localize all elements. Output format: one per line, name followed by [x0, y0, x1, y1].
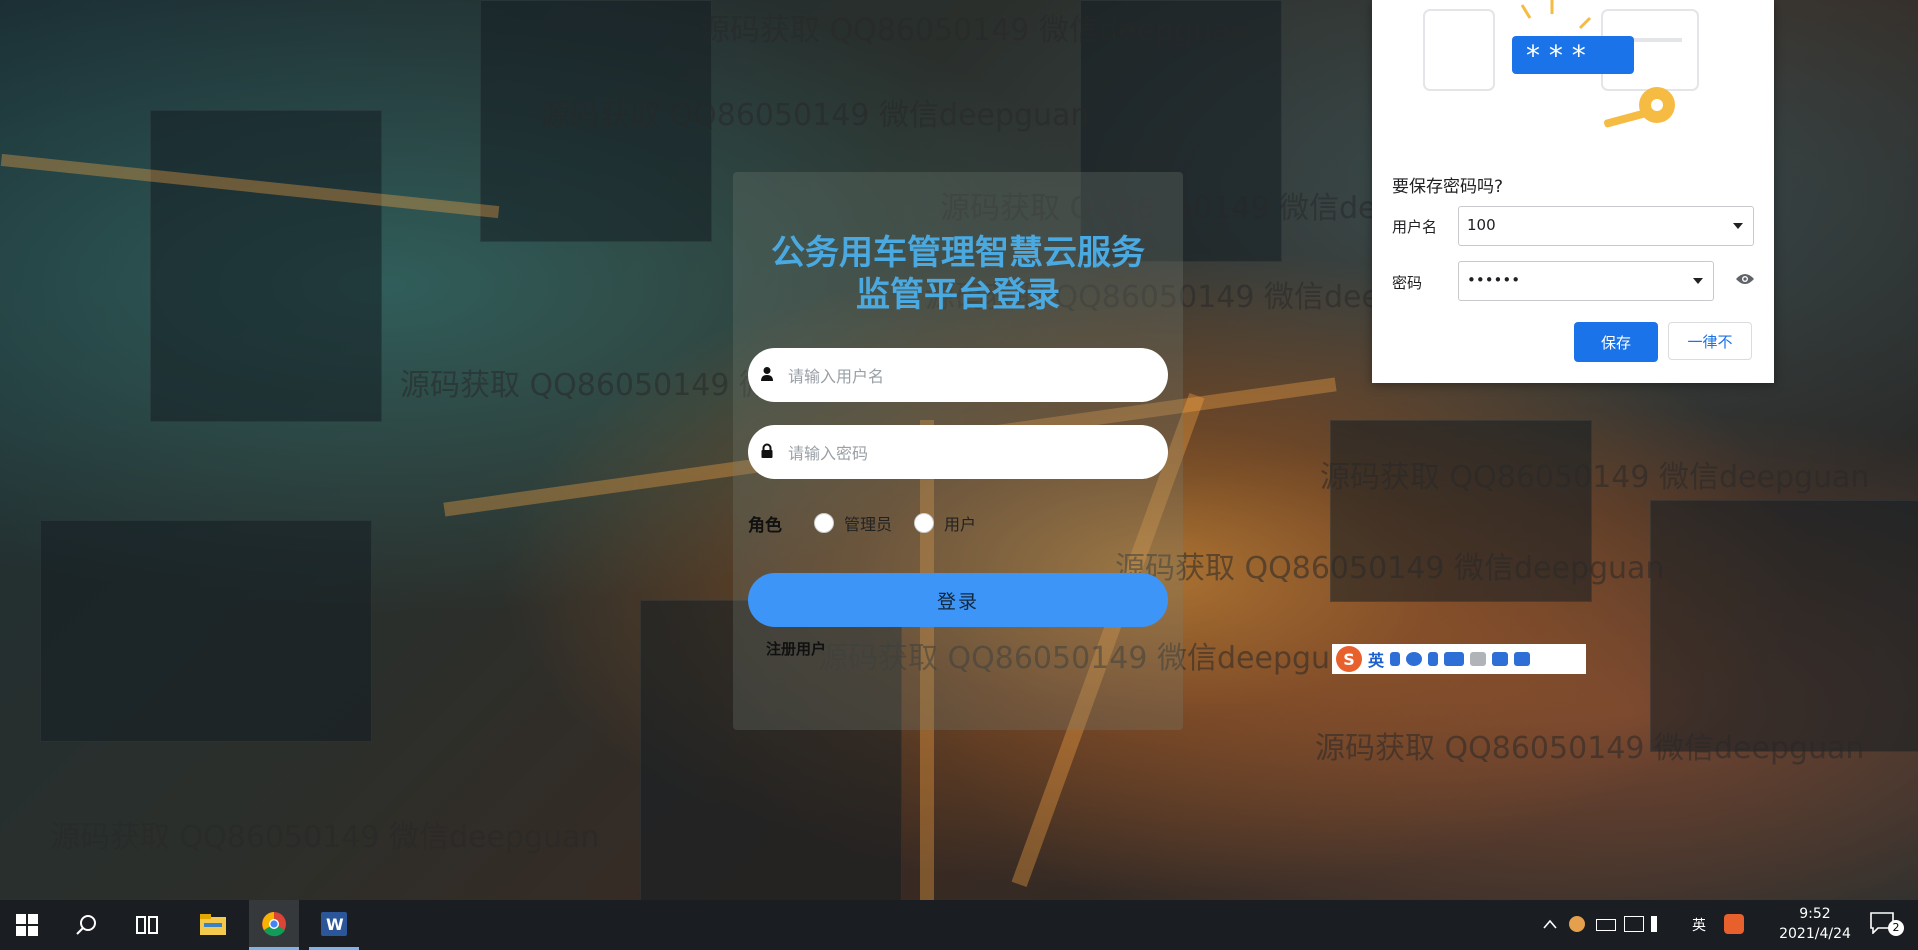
role-admin-radio[interactable]	[814, 513, 834, 533]
toolbox-icon[interactable]	[1514, 652, 1531, 666]
battery-icon[interactable]	[1596, 919, 1616, 931]
popup-username-value: 100	[1467, 216, 1496, 234]
taskbar: W 英 9:52 2021/4/24 2	[0, 900, 1918, 950]
lock-icon	[761, 443, 773, 458]
svg-text:* * *: * * *	[1526, 39, 1586, 72]
role-label: 角色	[748, 515, 782, 536]
popup-password-value: ••••••	[1467, 271, 1521, 289]
emoji-icon[interactable]	[1406, 652, 1423, 666]
role-admin-label[interactable]: 管理员	[844, 511, 892, 535]
task-view-icon[interactable]	[122, 900, 172, 950]
chrome-icon[interactable]	[249, 900, 299, 950]
watermark: 源码获取 QQ86050149 微信deepguan	[1115, 551, 1665, 586]
svg-text:W: W	[326, 915, 344, 934]
watermark: 源码获取 QQ86050149 微信deepguan	[1315, 731, 1865, 766]
user-icon	[761, 367, 773, 381]
login-button[interactable]: 登录	[748, 573, 1168, 627]
notification-center-icon[interactable]: 2	[1870, 912, 1906, 938]
volume-icon[interactable]	[1651, 916, 1665, 932]
skin-icon[interactable]	[1492, 652, 1509, 666]
role-user-radio[interactable]	[914, 513, 935, 533]
save-button[interactable]: 保存	[1574, 322, 1658, 362]
time: 9:52	[1799, 906, 1831, 922]
user-icon[interactable]	[1470, 652, 1487, 666]
popup-password-label: 密码	[1392, 274, 1423, 292]
chevron-down-icon	[1693, 278, 1703, 284]
ime-toolbar[interactable]: S 英	[1332, 644, 1586, 674]
network-icon[interactable]	[1624, 916, 1644, 932]
password-input[interactable]	[786, 425, 1160, 481]
date: 2021/4/24	[1779, 926, 1851, 942]
punctuation-icon[interactable]	[1390, 652, 1401, 666]
password-field[interactable]	[748, 425, 1168, 481]
login-card: 公务用车管理智慧云服务 监管平台登录 角色 管理员 用户 登录 注册用户	[733, 172, 1183, 730]
windows-start-icon[interactable]	[2, 900, 52, 950]
username-field[interactable]	[748, 348, 1168, 404]
popup-username-label: 用户名	[1392, 218, 1438, 236]
save-password-question: 要保存密码吗?	[1392, 177, 1504, 197]
clock[interactable]: 9:52 2021/4/24	[1770, 904, 1860, 944]
eye-icon[interactable]	[1735, 272, 1755, 286]
tray-app-icon[interactable]	[1569, 916, 1585, 932]
tray-lang-indicator[interactable]: 英	[1692, 915, 1706, 935]
role-user-label[interactable]: 用户	[944, 511, 976, 535]
popup-username-select[interactable]: 100	[1458, 206, 1754, 246]
chevron-up-icon[interactable]	[1543, 919, 1557, 929]
notification-count: 2	[1888, 920, 1904, 936]
sogou-logo-icon: S	[1336, 646, 1362, 672]
file-explorer-icon[interactable]	[188, 900, 238, 950]
save-password-popup: * * * 要保存密码吗? 用户名 100 密码 •••••• 保存 一律不	[1372, 0, 1774, 383]
watermark: 源码获取 QQ86050149 微信deepguan	[1320, 460, 1870, 495]
search-icon[interactable]	[62, 900, 112, 950]
chevron-down-icon	[1733, 223, 1743, 229]
watermark: 源码获取 QQ86050149 微信deepguan	[50, 820, 600, 855]
watermark: 源码获取 QQ86050149 微信deepguan	[700, 13, 1250, 48]
password-illustration-icon: * * *	[1423, 0, 1699, 128]
never-button[interactable]: 一律不	[1668, 322, 1752, 360]
keyboard-icon[interactable]	[1444, 652, 1465, 666]
ime-lang-toggle[interactable]: 英	[1368, 647, 1384, 671]
username-input[interactable]	[786, 348, 1160, 404]
microphone-icon[interactable]	[1428, 652, 1439, 666]
popup-password-select[interactable]: ••••••	[1458, 261, 1714, 301]
register-link[interactable]: 注册用户	[766, 638, 826, 659]
login-title: 公务用车管理智慧云服务	[771, 233, 1145, 273]
word-icon[interactable]: W	[309, 900, 359, 950]
watermark: 源码获取 QQ86050149 微信deepguan	[540, 98, 1090, 133]
sogou-tray-icon[interactable]	[1724, 914, 1744, 934]
login-title: 监管平台登录	[856, 275, 1060, 315]
role-selector: 角色 管理员 用户	[748, 508, 988, 538]
